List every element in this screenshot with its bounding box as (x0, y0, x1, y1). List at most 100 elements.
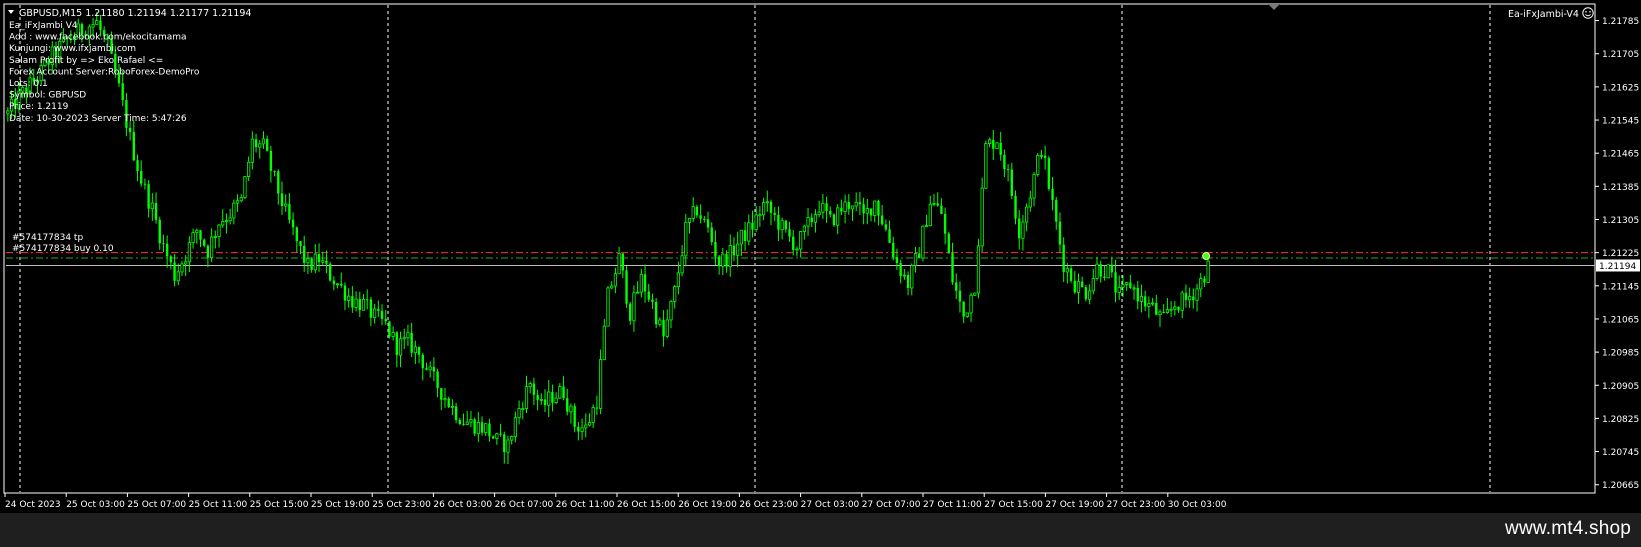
candle (958, 281, 962, 313)
candle (577, 421, 580, 441)
candle (895, 248, 899, 270)
candle (829, 206, 832, 218)
candle (332, 276, 336, 291)
candle (288, 192, 291, 224)
candle (503, 431, 506, 464)
candle (732, 237, 736, 262)
candle (543, 389, 547, 413)
candle (1080, 276, 1084, 288)
candle (858, 191, 862, 216)
current-price-label: 1.21194 (1599, 262, 1636, 272)
candle (1003, 149, 1006, 178)
candle (817, 200, 821, 218)
candle (265, 135, 269, 152)
candle (310, 257, 313, 273)
candle (351, 286, 354, 313)
candle (736, 231, 740, 268)
candle (1006, 164, 1010, 182)
candle (910, 263, 914, 296)
candle (532, 377, 536, 405)
candle (343, 282, 347, 311)
candle (195, 228, 199, 244)
candle (1076, 273, 1081, 304)
candle (906, 271, 910, 296)
candle (629, 301, 632, 325)
candle (669, 300, 673, 329)
candle (558, 383, 562, 399)
candle (1139, 284, 1144, 313)
candle (636, 281, 640, 294)
price-tick-label: 1.20905 (1602, 382, 1639, 392)
candle (902, 268, 906, 280)
candle (788, 221, 791, 242)
candle (587, 413, 592, 427)
candle (1091, 269, 1095, 295)
candle (306, 252, 310, 274)
time-tick-label: 25 Oct 07:00 (127, 500, 186, 510)
smiley-icon (1582, 7, 1594, 19)
candle (940, 198, 943, 215)
candle (699, 204, 702, 224)
candle (625, 266, 628, 308)
candle (695, 204, 699, 218)
candle (1062, 237, 1065, 282)
candle (432, 357, 436, 382)
candle (884, 219, 888, 232)
candle (1136, 280, 1139, 310)
candle (469, 410, 473, 428)
candle (1143, 290, 1147, 312)
candle (1195, 283, 1199, 312)
candle (987, 137, 992, 148)
candle (169, 254, 173, 270)
candle (495, 432, 499, 445)
candle (488, 418, 491, 442)
candle (792, 230, 795, 256)
candle (862, 197, 865, 225)
candle (854, 192, 858, 212)
chart-window: 1.21194 1.21785 1.21705 1.21625 1.21545 1.21… (0, 0, 1641, 547)
candle (751, 210, 754, 238)
candle (536, 389, 539, 411)
candle (232, 199, 236, 225)
chart-menu-arrow-icon[interactable] (8, 10, 14, 14)
time-tick-label: 26 Oct 23:00 (739, 500, 798, 510)
candle (562, 376, 565, 401)
candle (273, 170, 276, 177)
candle (180, 260, 184, 276)
chart-shift-marker-icon[interactable] (1268, 4, 1280, 10)
candle (654, 298, 658, 329)
time-tick-label: 27 Oct 07:00 (862, 500, 921, 510)
candle (1010, 162, 1014, 200)
candle (317, 243, 321, 272)
candle (598, 349, 603, 415)
candle (428, 361, 432, 378)
candle (361, 294, 366, 311)
price-tick-label: 1.21145 (1602, 282, 1639, 292)
candle (1103, 265, 1106, 281)
candle (795, 246, 799, 257)
candle (1125, 281, 1129, 291)
candle (158, 216, 161, 250)
info-panel: Ea_iFxJambi V4 Add : www.facebook.com/eko… (9, 21, 200, 124)
candle (143, 178, 147, 190)
candle (621, 253, 625, 278)
candle (377, 300, 380, 317)
candle (955, 273, 958, 300)
candle (962, 301, 965, 324)
candle (162, 234, 165, 253)
price-tick-label: 1.20985 (1602, 349, 1639, 359)
candle (1018, 210, 1021, 250)
candle (1021, 215, 1025, 251)
time-tick-label: 26 Oct 19:00 (678, 500, 737, 510)
candle (566, 388, 569, 416)
price-tick-label: 1.20665 (1602, 481, 1639, 491)
ea-badge-label: Ea-iFxJambi-V4 (1508, 9, 1579, 20)
candle (610, 281, 614, 290)
time-tick-label: 27 Oct 15:00 (984, 500, 1043, 510)
candle (213, 230, 217, 249)
footer-bar (0, 513, 1641, 547)
watermark: www.mt4.shop (1505, 518, 1631, 539)
candle (710, 222, 713, 246)
candle (632, 285, 636, 332)
candle (714, 230, 717, 266)
